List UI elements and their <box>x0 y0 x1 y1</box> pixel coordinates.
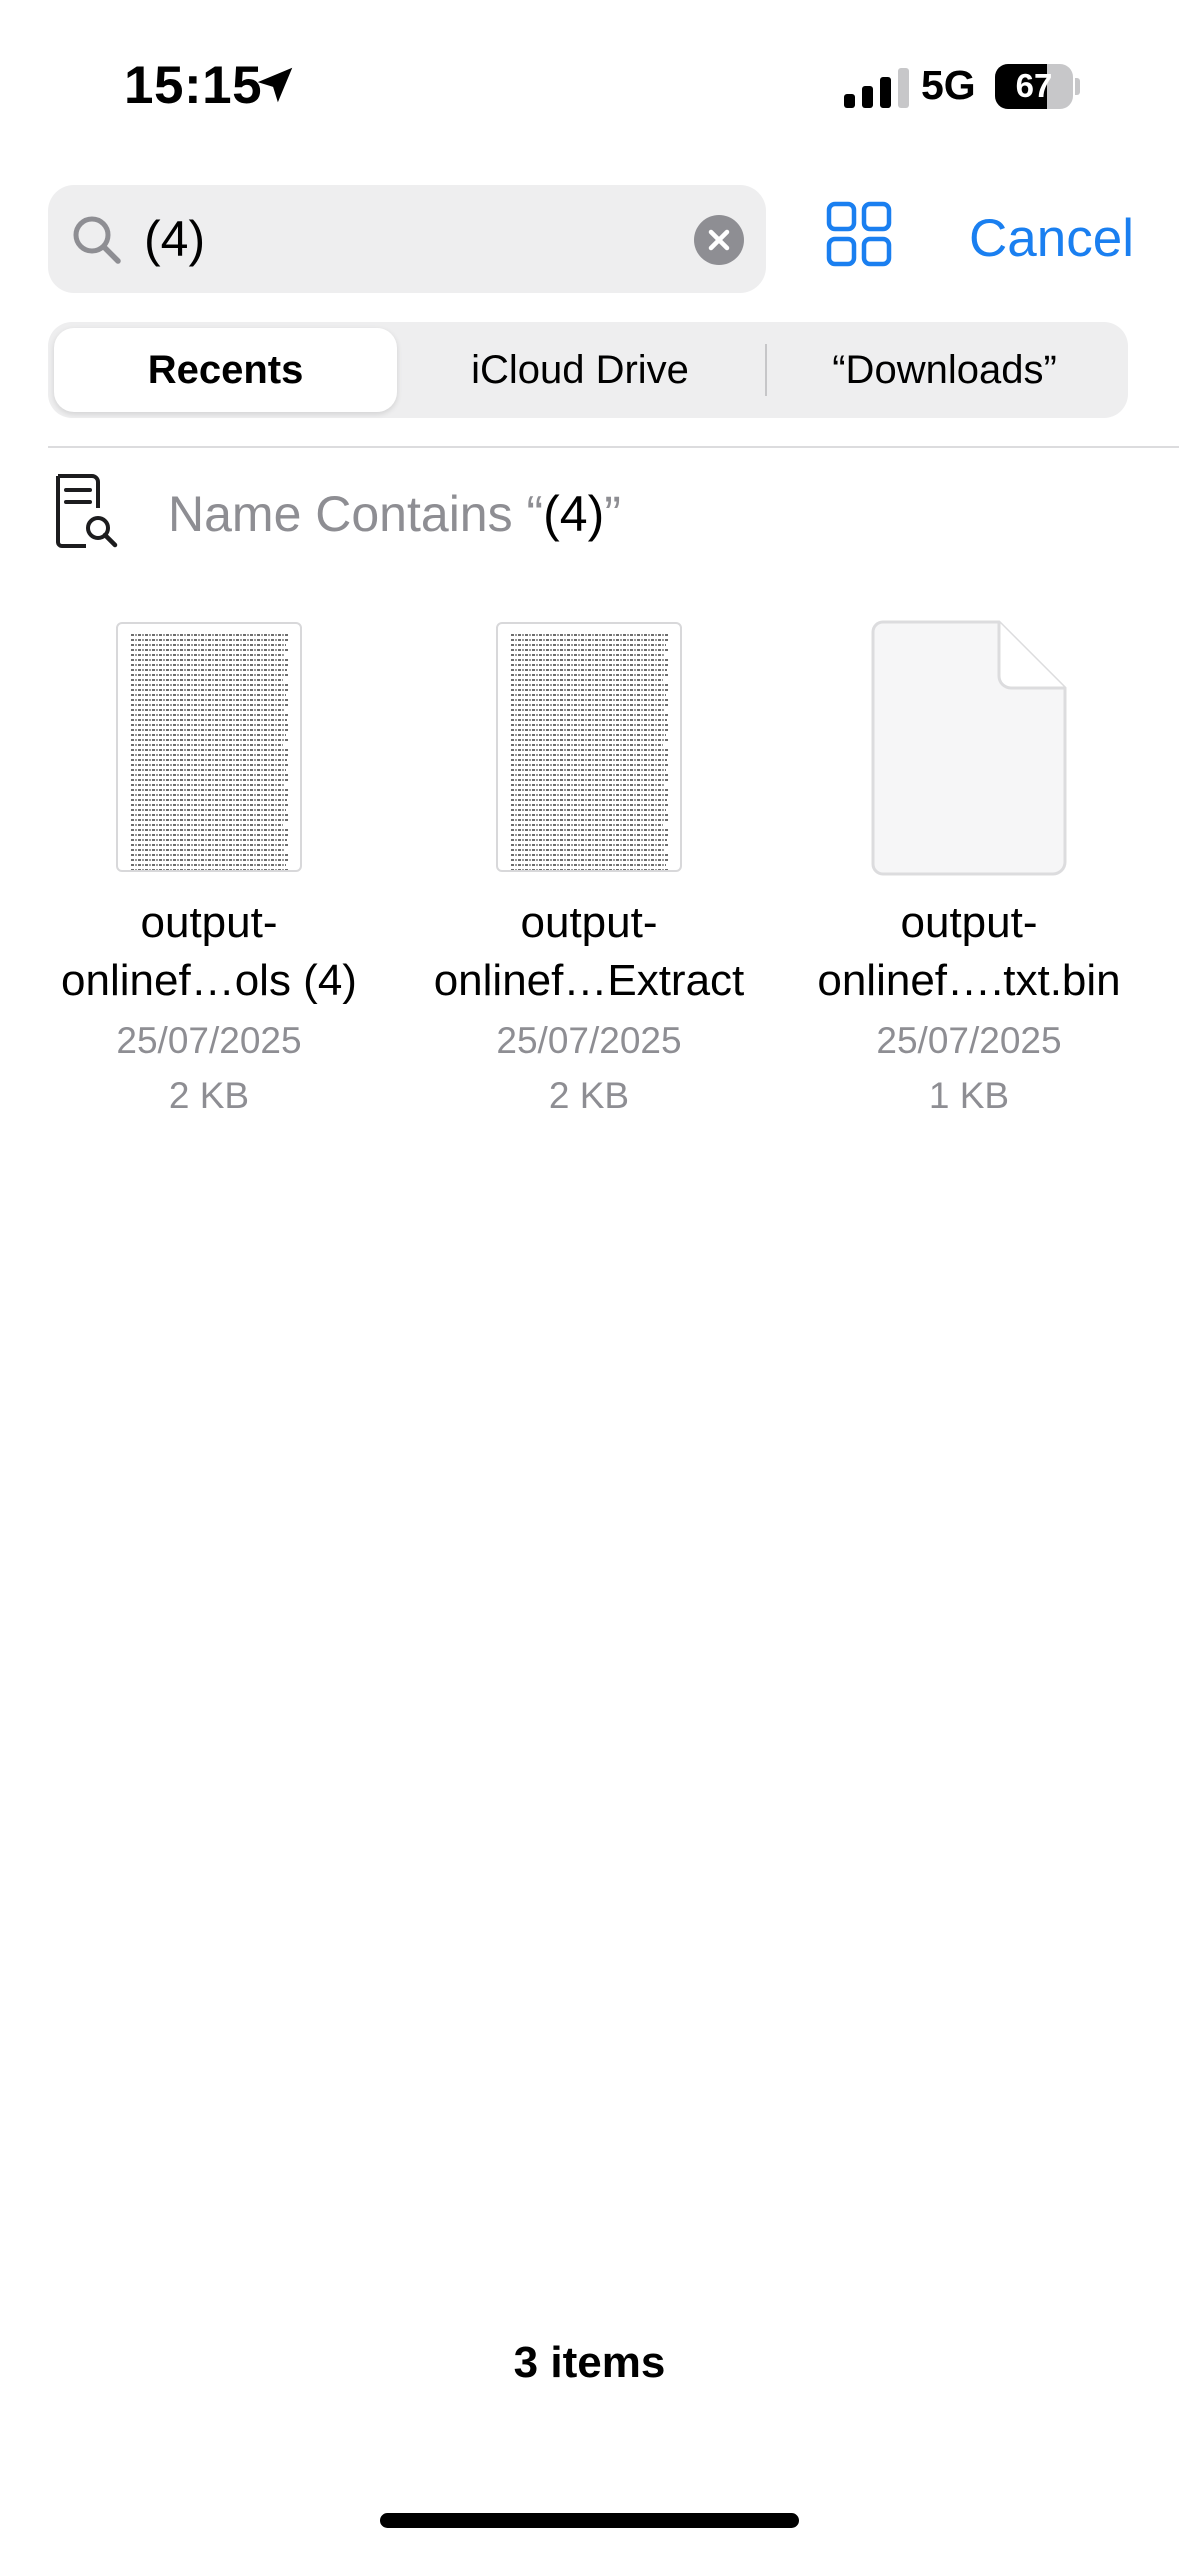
blank-document-icon <box>871 620 1067 876</box>
status-time: 15:15 <box>124 56 263 115</box>
scope-tab-icloud-drive[interactable]: iCloud Drive <box>397 322 763 418</box>
search-suggestion-name-contains[interactable]: Name Contains “(4)” <box>168 485 621 543</box>
home-indicator[interactable] <box>380 2513 799 2528</box>
file-thumbnail <box>496 622 682 872</box>
divider <box>48 446 1179 448</box>
location-arrow-icon <box>257 67 293 103</box>
battery-cap <box>1075 78 1080 95</box>
item-count: 3 items <box>513 2338 666 2387</box>
file-date: 25/07/2025 <box>876 1020 1062 1061</box>
file-name: output-onlinef…ols (4) <box>61 898 357 1005</box>
grid-view-icon[interactable] <box>826 201 892 267</box>
file-size: 2 KB <box>548 1075 630 1116</box>
file-size: 2 KB <box>168 1075 250 1116</box>
status-bar: 15:15 5G 67 <box>0 0 1179 170</box>
file-date: 25/07/2025 <box>116 1020 302 1061</box>
text-preview-lines <box>131 634 289 870</box>
battery-level: 67 <box>1015 67 1053 104</box>
search-scope-control: Recents iCloud Drive “Downloads” <box>48 322 1128 418</box>
suggestion-prefix: Name Contains “ <box>168 486 544 542</box>
network-type: 5G <box>921 62 976 108</box>
clear-icon <box>708 229 730 251</box>
file-size: 1 KB <box>928 1075 1010 1116</box>
scope-tab-recents[interactable]: Recents <box>54 322 397 418</box>
file-name: output-onlinef…Extract <box>433 898 745 1005</box>
search-field[interactable] <box>48 185 766 293</box>
cancel-button[interactable]: Cancel <box>969 208 1134 269</box>
suggestion-suffix: ” <box>604 486 621 542</box>
document-search-icon <box>56 474 118 548</box>
clear-search-button[interactable] <box>694 215 744 265</box>
search-icon <box>73 216 121 264</box>
file-thumbnail <box>116 622 302 872</box>
file-item[interactable]: output-onlinef….txt.bin 25/07/2025 1 KB <box>779 620 1159 1120</box>
file-item[interactable]: output-onlinef…ols (4) 25/07/2025 2 KB <box>19 620 399 1120</box>
search-input[interactable] <box>144 207 704 271</box>
scope-tab-downloads[interactable]: “Downloads” <box>767 322 1122 418</box>
cellular-signal-icon <box>844 68 909 108</box>
suggestion-query: (4) <box>543 486 605 542</box>
file-item[interactable]: output-onlinef…Extract 25/07/2025 2 KB <box>399 620 779 1120</box>
battery-icon: 67 <box>995 64 1073 109</box>
file-date: 25/07/2025 <box>496 1020 682 1061</box>
file-name: output-onlinef….txt.bin <box>817 898 1121 1005</box>
text-preview-lines <box>511 634 669 870</box>
